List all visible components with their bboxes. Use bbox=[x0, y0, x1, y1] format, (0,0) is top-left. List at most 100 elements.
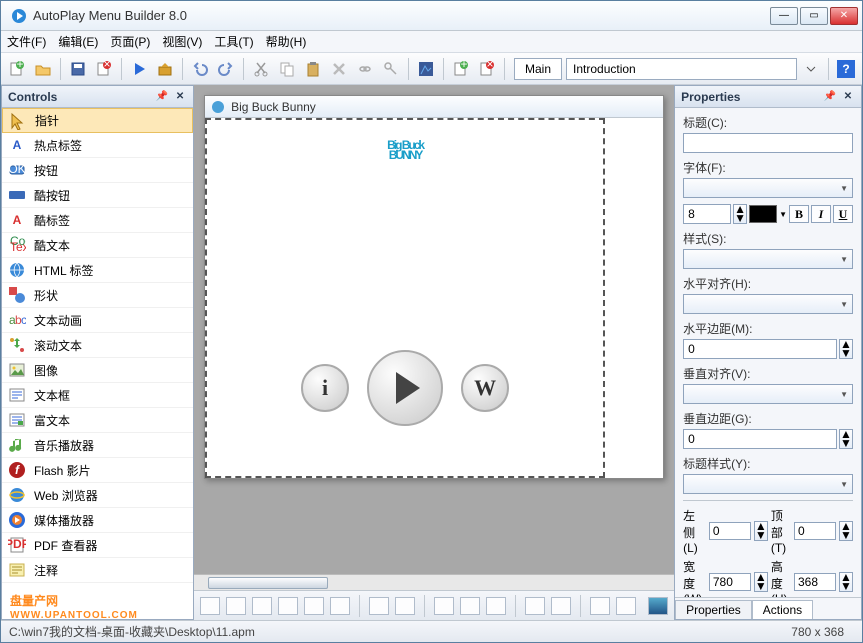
same-size-button[interactable] bbox=[486, 597, 506, 615]
left-spinner[interactable]: ▲▼ bbox=[754, 521, 768, 541]
top-spinner[interactable]: ▲▼ bbox=[839, 521, 853, 541]
undo-button[interactable] bbox=[188, 57, 212, 81]
remove-page-button[interactable]: × bbox=[475, 57, 499, 81]
cut-button[interactable] bbox=[249, 57, 273, 81]
stage-window[interactable]: Big Buck Bunny Big Buck BUNNY i W bbox=[204, 95, 664, 479]
font-combo[interactable] bbox=[683, 178, 853, 198]
menu-tools[interactable]: 工具(T) bbox=[214, 33, 253, 50]
width-spinner[interactable]: ▲▼ bbox=[754, 572, 768, 592]
same-width-button[interactable] bbox=[434, 597, 454, 615]
control-item-textbox[interactable]: 文本框 bbox=[2, 383, 193, 408]
control-item-coolbutton[interactable]: 酷按钮 bbox=[2, 183, 193, 208]
control-item-pointer[interactable]: 指针 bbox=[2, 108, 193, 133]
style-combo[interactable] bbox=[683, 249, 853, 269]
same-height-button[interactable] bbox=[460, 597, 480, 615]
add-page-button[interactable]: + bbox=[449, 57, 473, 81]
tab-actions[interactable]: Actions bbox=[752, 600, 813, 619]
top-input[interactable] bbox=[794, 522, 836, 540]
stage-body[interactable]: Big Buck BUNNY i W bbox=[205, 118, 605, 478]
preview-monitor-button[interactable] bbox=[648, 597, 668, 615]
info-round-button[interactable]: i bbox=[301, 364, 349, 412]
tab-properties[interactable]: Properties bbox=[675, 600, 752, 619]
align-top-button[interactable] bbox=[278, 597, 298, 615]
align-left-button[interactable] bbox=[200, 597, 220, 615]
control-item-htmllabel[interactable]: HTML 标签 bbox=[2, 258, 193, 283]
tab-main[interactable]: Main bbox=[514, 58, 562, 80]
menu-page[interactable]: 页面(P) bbox=[110, 33, 150, 50]
align-center-h-button[interactable] bbox=[226, 597, 246, 615]
scroll-thumb[interactable] bbox=[208, 577, 328, 589]
control-item-hotlabel[interactable]: A热点标签 bbox=[2, 133, 193, 158]
control-item-shape[interactable]: 形状 bbox=[2, 283, 193, 308]
play-button[interactable] bbox=[127, 57, 151, 81]
italic-button[interactable]: I bbox=[811, 205, 831, 223]
delete-button[interactable] bbox=[327, 57, 351, 81]
maximize-button[interactable]: ▭ bbox=[800, 7, 828, 25]
align-right-button[interactable] bbox=[252, 597, 272, 615]
panel-close-icon[interactable]: ✕ bbox=[173, 90, 187, 104]
bold-button[interactable]: B bbox=[789, 205, 809, 223]
paste-button[interactable] bbox=[301, 57, 325, 81]
vmargin-spinner[interactable]: ▲▼ bbox=[839, 429, 853, 449]
halign-combo[interactable] bbox=[683, 294, 853, 314]
center-page-h-button[interactable] bbox=[525, 597, 545, 615]
height-input[interactable] bbox=[794, 573, 836, 591]
caption-input[interactable] bbox=[683, 133, 853, 153]
hmargin-spinner[interactable]: ▲▼ bbox=[839, 339, 853, 359]
key-button[interactable] bbox=[379, 57, 403, 81]
pin-icon[interactable]: 📌 bbox=[823, 90, 837, 104]
copy-button[interactable] bbox=[275, 57, 299, 81]
center-page-v-button[interactable] bbox=[551, 597, 571, 615]
font-color-swatch[interactable] bbox=[749, 205, 777, 223]
properties-body[interactable]: 标题(C): 字体(F): ▲▼ ▼ B I U 样式(S): 水平对齐(H):… bbox=[675, 108, 861, 597]
control-item-textanim[interactable]: abc文本动画 bbox=[2, 308, 193, 333]
save-close-button[interactable]: × bbox=[92, 57, 116, 81]
controls-list[interactable]: 指针A热点标签OK按钮酷按钮A酷标签CoolText酷文本HTML 标签形状ab… bbox=[2, 108, 193, 619]
help-button[interactable]: ? bbox=[834, 57, 858, 81]
control-item-button[interactable]: OK按钮 bbox=[2, 158, 193, 183]
play-round-button[interactable] bbox=[367, 350, 443, 426]
link-button[interactable] bbox=[353, 57, 377, 81]
menu-help[interactable]: 帮助(H) bbox=[266, 33, 307, 50]
fontsize-input[interactable] bbox=[683, 204, 731, 224]
control-item-richtext[interactable]: 富文本 bbox=[2, 408, 193, 433]
vmargin-input[interactable] bbox=[683, 429, 837, 449]
control-item-coollabel[interactable]: A酷标签 bbox=[2, 208, 193, 233]
control-item-pdfviewer[interactable]: PDFPDF 查看器 bbox=[2, 533, 193, 558]
dist-v-button[interactable] bbox=[395, 597, 415, 615]
control-item-image[interactable]: 图像 bbox=[2, 358, 193, 383]
captionstyle-combo[interactable] bbox=[683, 474, 853, 494]
control-item-mediaplayer[interactable]: 媒体播放器 bbox=[2, 508, 193, 533]
dist-h-button[interactable] bbox=[369, 597, 389, 615]
send-back-button[interactable] bbox=[616, 597, 636, 615]
new-button[interactable]: + bbox=[5, 57, 29, 81]
menu-file[interactable]: 文件(F) bbox=[7, 33, 46, 50]
open-button[interactable] bbox=[31, 57, 55, 81]
save-button[interactable] bbox=[66, 57, 90, 81]
hmargin-input[interactable] bbox=[683, 339, 837, 359]
control-item-cooltext[interactable]: CoolText酷文本 bbox=[2, 233, 193, 258]
redo-button[interactable] bbox=[214, 57, 238, 81]
align-center-v-button[interactable] bbox=[304, 597, 324, 615]
menu-view[interactable]: 视图(V) bbox=[162, 33, 202, 50]
bring-front-button[interactable] bbox=[590, 597, 610, 615]
tab-dropdown-button[interactable] bbox=[799, 57, 823, 81]
design-button[interactable] bbox=[414, 57, 438, 81]
close-button[interactable]: ✕ bbox=[830, 7, 858, 25]
canvas-scroll[interactable]: Big Buck Bunny Big Buck BUNNY i W bbox=[194, 85, 674, 574]
horizontal-scrollbar[interactable] bbox=[194, 574, 674, 590]
menu-edit[interactable]: 编辑(E) bbox=[58, 33, 98, 50]
left-input[interactable] bbox=[709, 522, 751, 540]
control-item-scrolltext[interactable]: 滚动文本 bbox=[2, 333, 193, 358]
minimize-button[interactable]: — bbox=[770, 7, 798, 25]
fontsize-spinner[interactable]: ▲▼ bbox=[733, 204, 747, 224]
w-round-button[interactable]: W bbox=[461, 364, 509, 412]
control-item-webbrowser[interactable]: Web 浏览器 bbox=[2, 483, 193, 508]
control-item-comment[interactable]: 注释 bbox=[2, 558, 193, 583]
align-bottom-button[interactable] bbox=[330, 597, 350, 615]
control-item-musicplayer[interactable]: 音乐播放器 bbox=[2, 433, 193, 458]
underline-button[interactable]: U bbox=[833, 205, 853, 223]
height-spinner[interactable]: ▲▼ bbox=[839, 572, 853, 592]
control-item-flash[interactable]: fFlash 影片 bbox=[2, 458, 193, 483]
build-button[interactable] bbox=[153, 57, 177, 81]
